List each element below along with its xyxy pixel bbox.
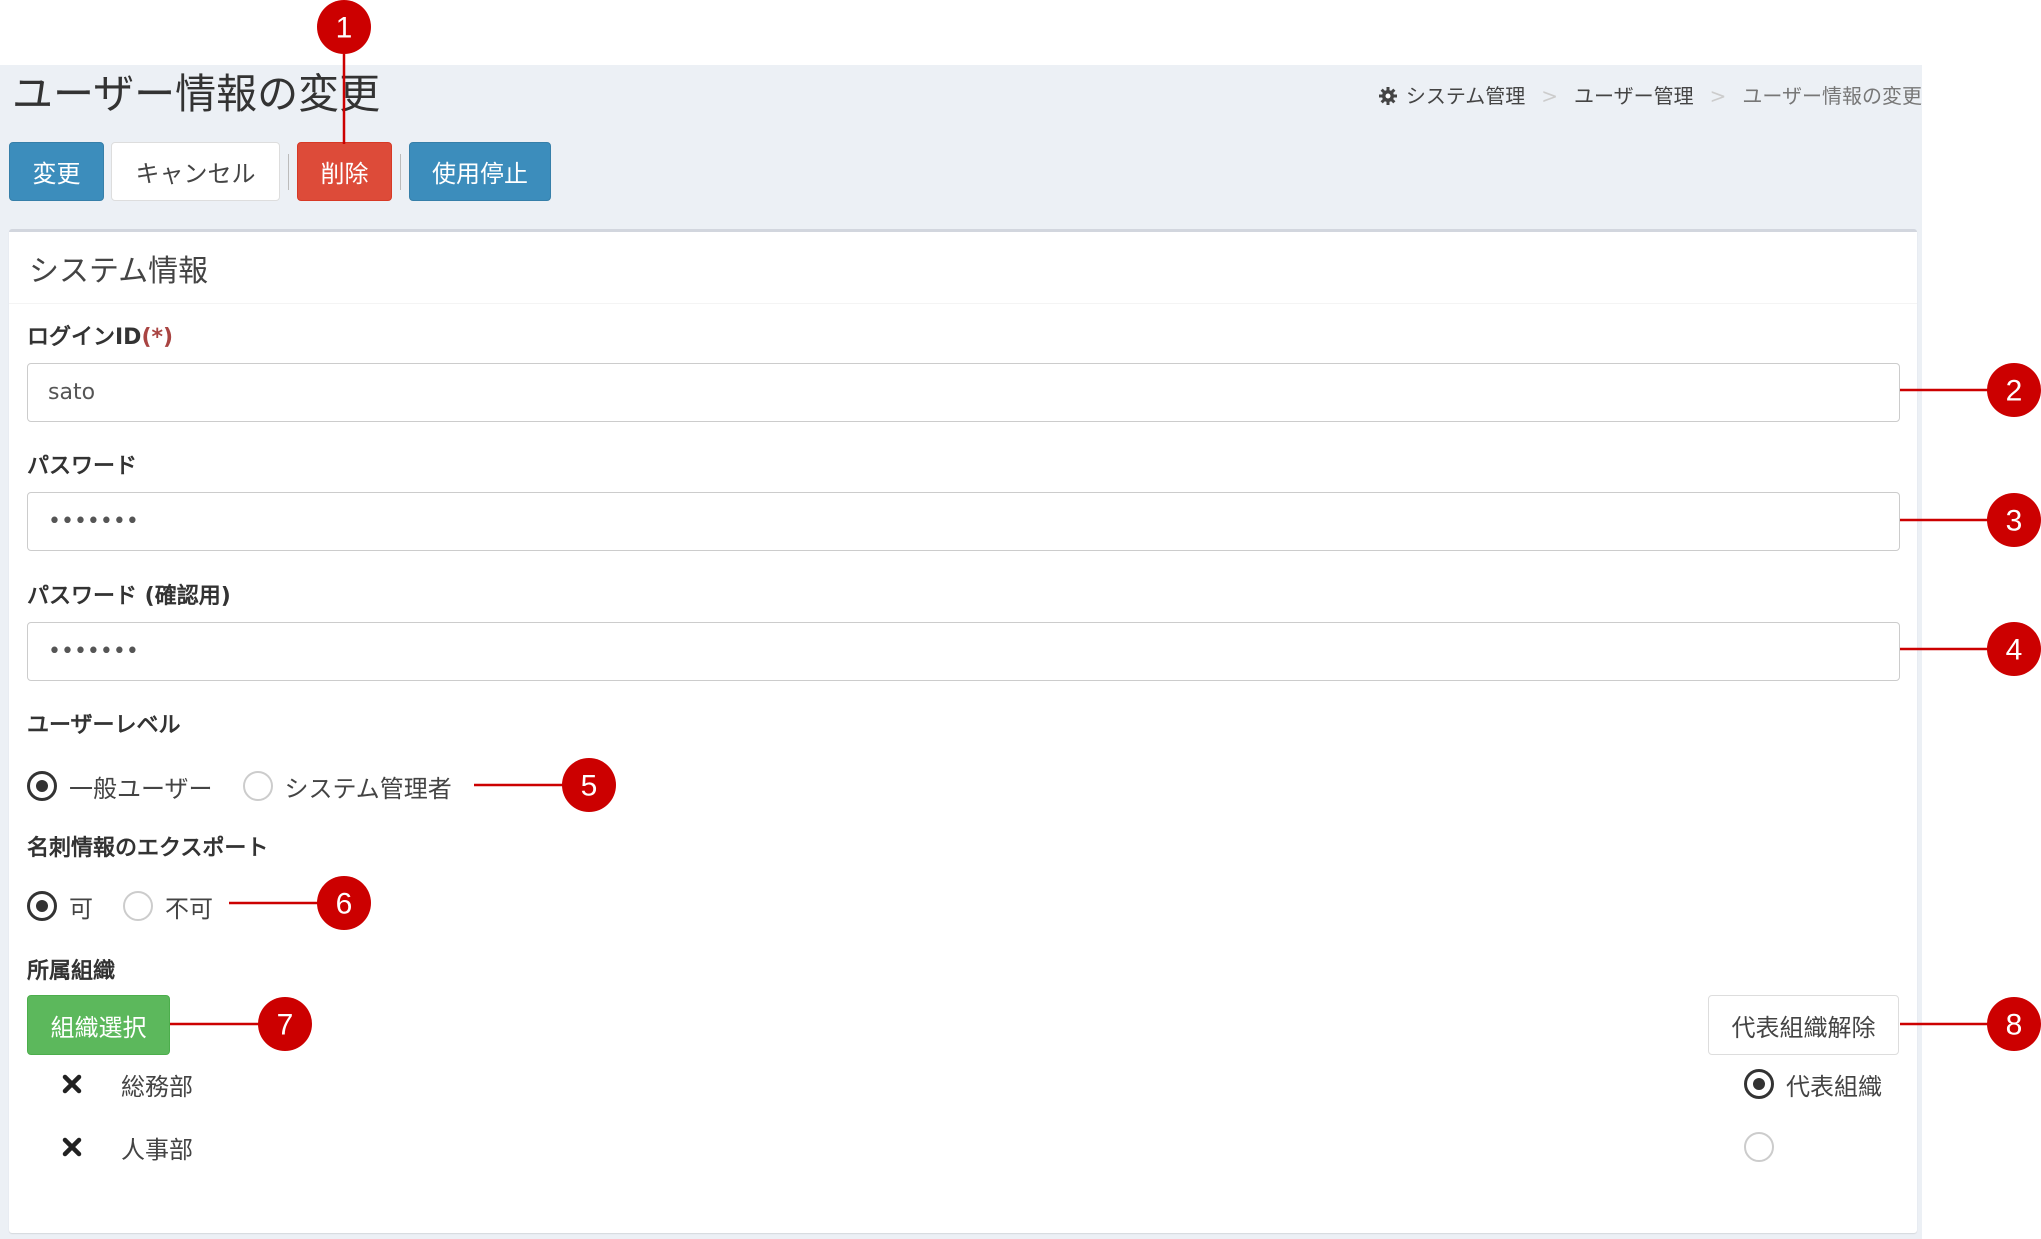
annotation-number-6: 6 <box>336 888 353 921</box>
annotation-number-8: 8 <box>2006 1009 2023 1042</box>
annotation-number-5: 5 <box>581 770 598 803</box>
annotation-number-2: 2 <box>2006 375 2023 408</box>
annotation-number-1: 1 <box>336 12 353 45</box>
annotation-number-7: 7 <box>277 1009 294 1042</box>
annotation-number-4: 4 <box>2006 634 2023 667</box>
annotation-overlay: 1 2 3 4 5 6 7 8 <box>170 0 2041 1051</box>
annotation-number-3: 3 <box>2006 505 2023 538</box>
